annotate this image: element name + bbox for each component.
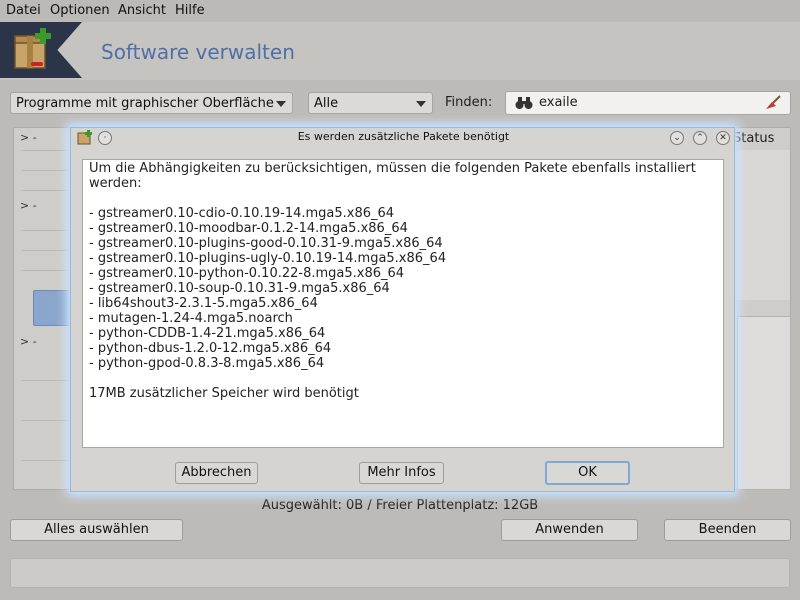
package-item: - python-CDDB-1.4-21.mga5.x86_64 [89, 326, 326, 341]
menu-datei[interactable]: Datei [6, 3, 41, 18]
progress-area [10, 558, 790, 588]
category-filter-select[interactable]: Programme mit graphischer Oberfläche [10, 92, 293, 114]
expand-arrow-icon[interactable]: > - [20, 335, 37, 348]
size-note: 17MB zusätzlicher Speicher wird benötigt [89, 386, 359, 401]
package-item: - python-gpod-0.8.3-8.mga5.x86_64 [89, 356, 325, 371]
menu-hilfe[interactable]: Hilfe [175, 3, 205, 18]
package-item: - gstreamer0.10-python-0.10.22-8.mga5.x8… [89, 266, 405, 281]
close-icon[interactable]: ✕ [716, 131, 730, 145]
package-item: - gstreamer0.10-plugins-good-0.10.31-9.m… [89, 236, 443, 251]
cancel-button[interactable]: Abbrechen [175, 462, 258, 484]
chevron-down-icon [416, 101, 426, 107]
tree-divider [22, 420, 67, 421]
package-list-pane [735, 150, 790, 300]
status-filter-select[interactable]: Alle [308, 92, 433, 114]
tree-divider [22, 250, 67, 251]
binoculars-icon [515, 97, 533, 109]
tree-divider [22, 170, 67, 171]
intro-line: werden: [89, 176, 142, 191]
tree-divider [22, 190, 67, 191]
package-item: - gstreamer0.10-moodbar-0.1.2-14.mga5.x8… [89, 221, 408, 236]
page-title: Software verwalten [101, 40, 295, 64]
status-filter-value: Alle [314, 96, 339, 111]
menu-ansicht[interactable]: Ansicht [118, 3, 166, 18]
menu-bar: Datei Optionen Ansicht Hilfe [0, 0, 800, 22]
tree-divider [22, 230, 67, 231]
apply-button[interactable]: Anwenden [501, 519, 638, 541]
search-value: exaile [539, 95, 578, 110]
more-info-button[interactable]: Mehr Infos [359, 462, 444, 484]
selected-tree-row[interactable] [33, 290, 75, 326]
dialog-title: Es werden zusätzliche Pakete benötigt [297, 130, 510, 143]
package-item: - gstreamer0.10-cdio-0.10.19-14.mga5.x86… [89, 206, 395, 221]
find-label: Finden: [445, 95, 493, 110]
status-line: Ausgewählt: 0B / Freier Plattenplatz: 12… [261, 498, 539, 513]
package-item: - gstreamer0.10-soup-0.10.31-9.mga5.x86_… [89, 281, 390, 296]
tree-divider [22, 380, 67, 381]
package-item: - python-dbus-1.2.0-12.mga5.x86_64 [89, 341, 332, 356]
menu-optionen[interactable]: Optionen [50, 3, 110, 18]
chevron-down-icon [276, 101, 286, 107]
expand-arrow-icon[interactable]: > - [20, 199, 37, 212]
clear-broom-icon[interactable] [764, 95, 782, 111]
dependency-text-area[interactable]: Um die Abhängigkeiten zu berücksichtigen… [82, 159, 724, 448]
package-add-icon [14, 28, 51, 69]
select-all-button[interactable]: Alles auswählen [10, 519, 183, 541]
tree-divider [22, 460, 67, 461]
expand-arrow-icon[interactable]: > - [20, 131, 37, 144]
package-item: - mutagen-1.24-4.mga5.noarch [89, 311, 293, 326]
search-input[interactable]: exaile [505, 91, 791, 115]
package-info-pane [737, 316, 791, 490]
tree-divider [22, 150, 67, 151]
quit-button[interactable]: Beenden [664, 519, 791, 541]
category-filter-value: Programme mit graphischer Oberfläche [16, 96, 274, 111]
maximize-icon[interactable]: ⌃ [693, 131, 707, 145]
intro-line: Um die Abhängigkeiten zu berücksichtigen… [89, 161, 696, 176]
package-item: - gstreamer0.10-plugins-ugly-0.10.19-14.… [89, 251, 447, 266]
tree-divider [22, 270, 67, 271]
ok-button[interactable]: OK [545, 461, 630, 485]
package-item: - lib64shout3-2.3.1-5.mga5.x86_64 [89, 296, 318, 311]
minimize-icon[interactable]: ⌄ [670, 131, 684, 145]
dependency-dialog: · Es werden zusätzliche Pakete benötigt … [70, 127, 735, 492]
status-column-header[interactable]: Status [733, 131, 774, 146]
